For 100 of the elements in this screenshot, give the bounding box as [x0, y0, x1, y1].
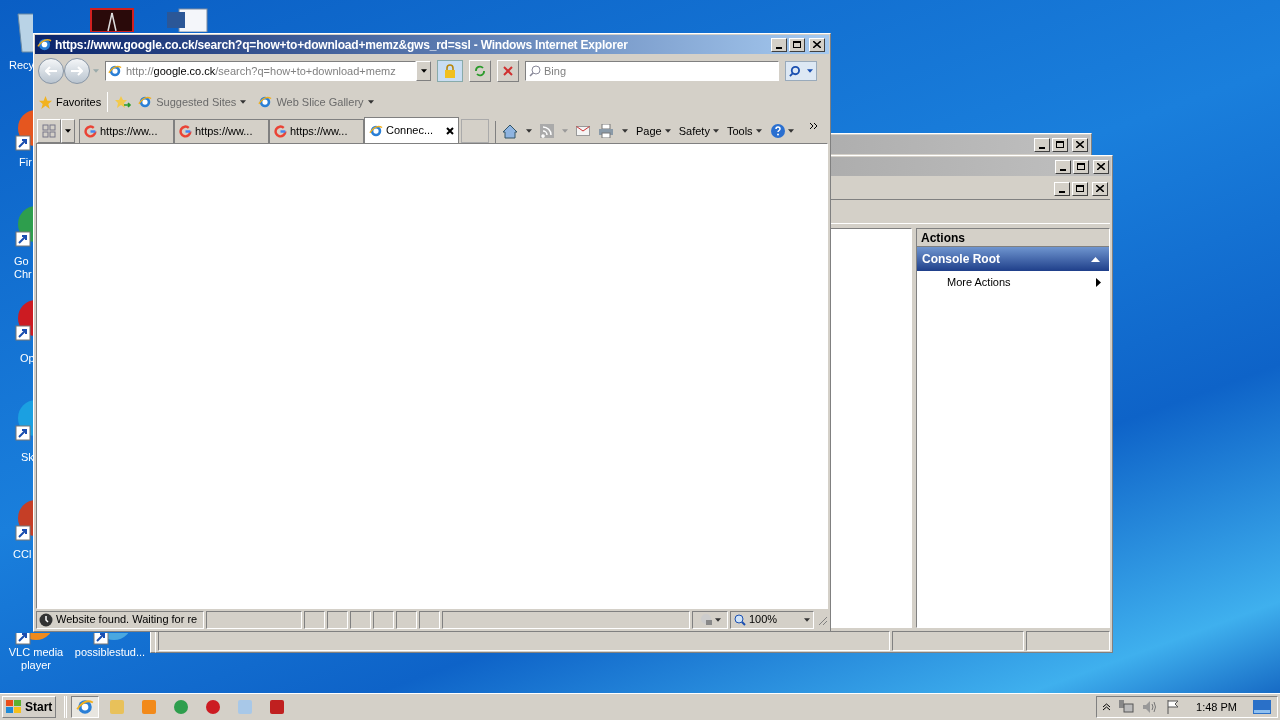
browser-icon: [37, 37, 52, 52]
favorites-button[interactable]: Favorites: [38, 93, 102, 111]
close-button[interactable]: [809, 37, 825, 52]
caret-icon: [367, 100, 374, 104]
show-desktop-icon[interactable]: [1253, 700, 1271, 714]
browser-tab[interactable]: https://ww...: [79, 119, 174, 143]
clock-icon: [39, 612, 53, 627]
page-icon: [108, 64, 122, 78]
colorful-g-icon: [179, 125, 192, 138]
icon-label: CCl: [13, 548, 32, 561]
network-icon[interactable]: [1118, 700, 1135, 714]
notepad-icon: [236, 698, 255, 716]
icon-label: Fir: [19, 156, 32, 169]
close-icon: [1097, 163, 1105, 170]
close-icon: [1076, 141, 1084, 148]
start-button[interactable]: Start: [2, 696, 57, 718]
command-menu[interactable]: Tools: [726, 122, 753, 140]
dropdown-button[interactable]: [416, 61, 431, 81]
browser-tab[interactable]: https://ww...: [269, 119, 364, 143]
section-header[interactable]: Console Root: [917, 247, 1109, 271]
status-panel: [396, 610, 417, 629]
close-icon: [503, 66, 513, 76]
chrome-icon: [172, 698, 191, 716]
chevron-icon[interactable]: [809, 122, 818, 130]
globe-lock-icon: [699, 613, 713, 626]
close-icon: [813, 41, 821, 48]
refresh-arrows-icon: [474, 65, 486, 77]
favorites-link[interactable]: Web Slice Gallery: [258, 93, 374, 111]
zoom-button[interactable]: 100%: [730, 610, 814, 629]
page-icon: [258, 95, 273, 109]
clock[interactable]: 1:48 PM: [1196, 698, 1237, 716]
minimize-button[interactable]: [1034, 137, 1050, 152]
minimize-button[interactable]: [771, 37, 787, 52]
browser-tab[interactable]: https://ww...: [174, 119, 269, 143]
caret-icon: [240, 100, 247, 104]
grid-icon: [42, 124, 56, 138]
printer-icon[interactable]: [598, 124, 614, 138]
status-panel: [350, 610, 371, 629]
caret-icon: [65, 129, 71, 133]
close-button[interactable]: [1093, 159, 1109, 174]
browser-tab[interactable]: Connec...: [364, 117, 459, 143]
favorites-link[interactable]: Suggested Sites: [138, 93, 247, 111]
section-title: Console Root: [922, 251, 1000, 268]
forward-button[interactable]: [64, 58, 90, 84]
forward-arrow-icon: [71, 66, 83, 76]
close-icon[interactable]: [446, 126, 454, 135]
flag-icon[interactable]: [1166, 700, 1181, 714]
status-panel: [419, 610, 440, 629]
home-icon[interactable]: [502, 123, 518, 139]
command-menu[interactable]: Safety: [678, 122, 710, 140]
minimize-button[interactable]: [1055, 159, 1071, 174]
opera-icon: [204, 698, 223, 716]
padlock-icon: [444, 64, 456, 78]
colorful-g-icon: [274, 125, 287, 138]
help-icon[interactable]: [769, 123, 786, 139]
close-icon: [1096, 185, 1104, 192]
pane-header: Actions: [917, 229, 1109, 247]
taskbar-app-button[interactable]: [71, 696, 100, 718]
maximize-button[interactable]: [1073, 159, 1089, 174]
maximize-button[interactable]: [1052, 137, 1068, 152]
document-icon[interactable]: [165, 8, 209, 32]
icon-label: player: [21, 659, 51, 672]
mail-icon[interactable]: [576, 126, 590, 136]
restore-button[interactable]: [1072, 181, 1088, 196]
player-icon: [140, 698, 159, 716]
colorful-g-icon: [84, 125, 97, 138]
windows-flag-icon: [6, 700, 22, 714]
status-panel: [373, 610, 394, 629]
maximize-button[interactable]: [789, 37, 805, 52]
page-icon: [138, 95, 153, 109]
search-button[interactable]: [785, 61, 817, 81]
magnifier-icon: [734, 613, 746, 626]
close-button[interactable]: [1072, 137, 1088, 152]
address-field[interactable]: http://google.co.ck/search?q=how+to+download+memz: [105, 61, 416, 81]
command-menu[interactable]: Page: [636, 122, 662, 140]
refresh-button[interactable]: [469, 60, 491, 82]
icon-label: Chr: [14, 268, 32, 281]
back-button[interactable]: [38, 58, 64, 84]
icon-label: possiblestud...: [74, 646, 146, 659]
collapse-icon: [1091, 256, 1100, 262]
status-text: Website found. Waiting for re: [56, 612, 198, 628]
tab-list-button[interactable]: [61, 119, 75, 143]
window-title: https://www.google.co.ck/search?q=how+to+download+memz&gws_rd=ssl - Windows Internet Explorer: [55, 36, 628, 54]
search-field[interactable]: Bing: [525, 61, 779, 81]
icon-label: Sk: [21, 451, 34, 464]
protected-mode-button[interactable]: [692, 610, 728, 629]
minimize-button[interactable]: [1054, 181, 1070, 196]
back-arrow-icon: [45, 66, 57, 76]
quick-tabs-button[interactable]: [37, 119, 61, 143]
action-item[interactable]: More Actions: [947, 273, 1011, 291]
caret-icon: [806, 69, 813, 73]
icon-label: Recy: [9, 59, 35, 72]
star-icon: [38, 94, 53, 110]
stop-button[interactable]: [497, 60, 519, 82]
browser-icon: [369, 123, 383, 138]
document-icon[interactable]: [90, 8, 134, 32]
folder-icon: [108, 698, 127, 716]
close-button[interactable]: [1092, 181, 1108, 196]
chevron-up-icon[interactable]: [1103, 703, 1111, 711]
icon-label: Go: [14, 255, 29, 268]
